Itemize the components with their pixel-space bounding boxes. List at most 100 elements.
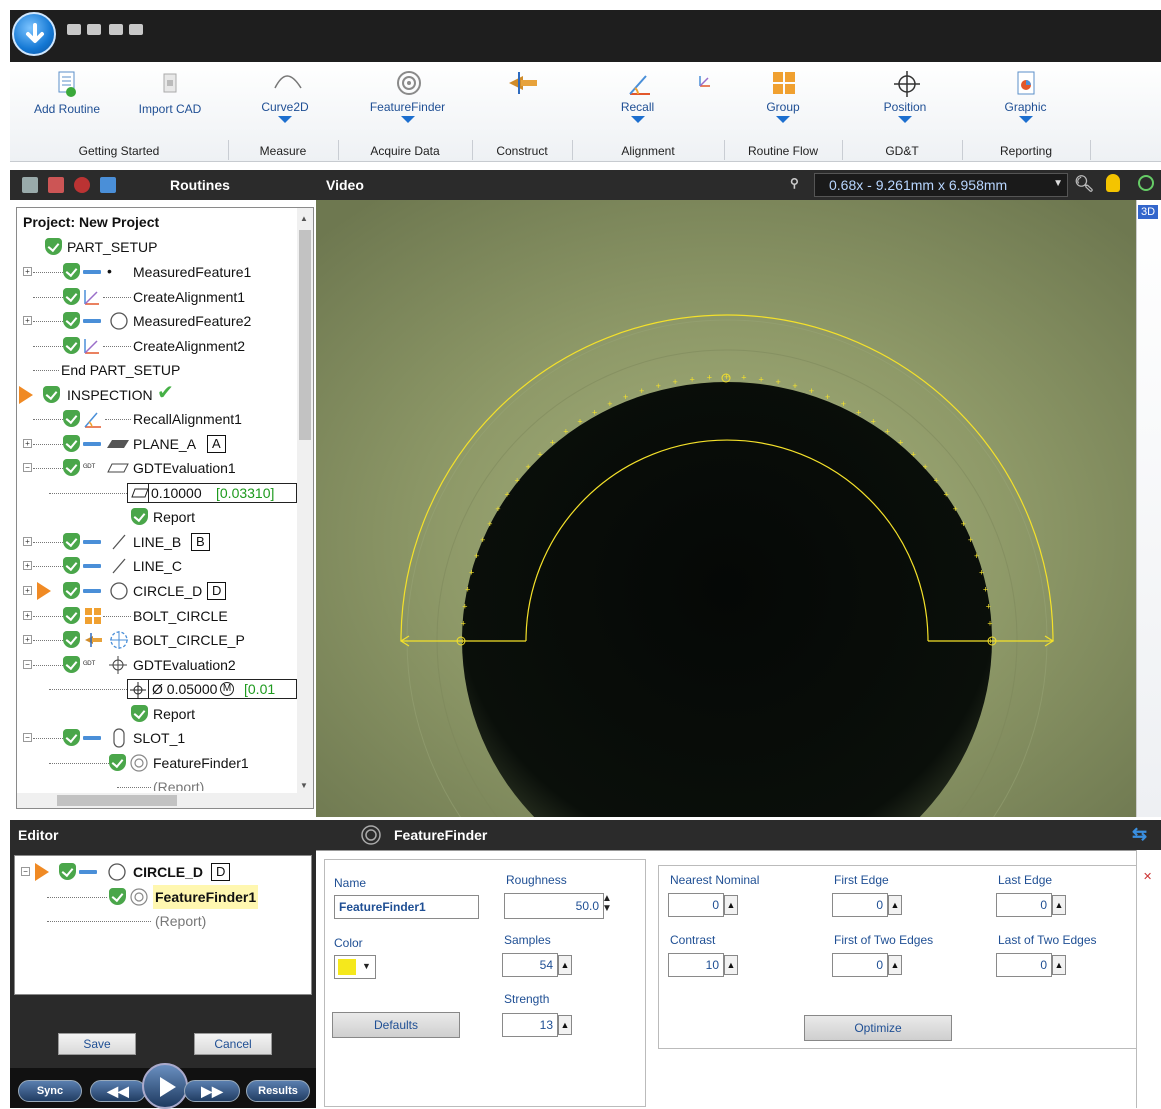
collapse-icon[interactable]: − [23, 733, 32, 742]
tree-item-measuredfeature1[interactable]: + • MeasuredFeature1 [17, 260, 297, 284]
open-folder-icon[interactable] [87, 24, 101, 35]
scroll-thumb[interactable] [299, 230, 311, 440]
tree-item-plane-a[interactable]: + PLANE_A A [17, 432, 297, 456]
swap-icon[interactable]: ⇆ [1132, 824, 1147, 845]
first-of-two-edges-input[interactable]: 0 [832, 953, 888, 977]
construct-button[interactable] [497, 70, 537, 100]
pages-icon[interactable] [22, 177, 38, 193]
group-button[interactable]: Group [758, 70, 808, 123]
chart-icon[interactable] [100, 177, 116, 193]
rewind-button[interactable]: ◀◀ [90, 1080, 146, 1102]
tree-item-report-1[interactable]: Report [17, 505, 297, 529]
tree-item-gdtevaluation1[interactable]: − ᴳᴰᵀ GDTEvaluation1 [17, 456, 297, 480]
expand-icon[interactable]: + [23, 316, 32, 325]
last-edge-input[interactable]: 0 [996, 893, 1052, 917]
scroll-down-icon[interactable]: ▼ [300, 781, 308, 790]
play-button[interactable] [142, 1063, 188, 1109]
tree-item-createalignment1[interactable]: CreateAlignment1 [17, 285, 297, 309]
save-button[interactable]: Save [58, 1033, 136, 1055]
magnifier-icon[interactable]: 🔍︎ [1074, 174, 1094, 194]
tree-item-createalignment2[interactable]: CreateAlignment2 [17, 334, 297, 358]
cancel-button[interactable]: Cancel [194, 1033, 272, 1055]
tree-item-recallalignment1[interactable]: RecallAlignment1 [17, 407, 297, 431]
open-icon[interactable] [67, 24, 81, 35]
results-button[interactable]: Results [246, 1080, 310, 1102]
routines-tree[interactable]: Project: New Project PART_SETUP + • Meas… [16, 207, 314, 809]
nearest-nominal-spinner-up[interactable]: ▲ [724, 895, 738, 915]
tree-item-gdt2-value[interactable]: Ø 0.05000 M [0.01 [17, 677, 307, 701]
tree-horizontal-scrollbar[interactable] [17, 793, 313, 808]
tree-item-line-c[interactable]: + LINE_C [17, 554, 297, 578]
axes-icon[interactable] [48, 177, 64, 193]
tree-item-report-2[interactable]: Report [17, 702, 297, 726]
add-routine-button[interactable]: Add Routine [32, 70, 102, 116]
tree-item-circle-d[interactable]: + CIRCLE_D D [17, 579, 297, 603]
expand-icon[interactable]: + [23, 586, 32, 595]
first-edge-input[interactable]: 0 [832, 893, 888, 917]
last-of-two-edges-input[interactable]: 0 [996, 953, 1052, 977]
tree-item-line-b[interactable]: + LINE_B B [17, 530, 297, 554]
save-as-icon[interactable] [129, 24, 143, 35]
featurefinder-button[interactable]: FeatureFinder [365, 70, 450, 123]
collapse-icon[interactable]: − [23, 463, 32, 472]
optimize-button[interactable]: Optimize [804, 1015, 952, 1041]
tree-item-end-part-setup[interactable]: End PART_SETUP [17, 358, 297, 382]
last-edge-spinner-up[interactable]: ▲ [1052, 895, 1066, 915]
settings-icon[interactable] [74, 177, 90, 193]
strength-input[interactable]: 13 [502, 1013, 558, 1037]
last-of-two-edges-spinner-up[interactable]: ▲ [1052, 955, 1066, 975]
tree-item-part-setup[interactable]: PART_SETUP [17, 235, 297, 259]
roughness-input[interactable]: 50.0 [504, 893, 604, 919]
import-cad-button[interactable]: Import CAD [130, 70, 210, 116]
recall-button[interactable]: Recall [610, 70, 665, 123]
sync-button[interactable]: Sync [18, 1080, 82, 1102]
tree-vertical-scrollbar[interactable]: ▲ ▼ [297, 208, 313, 794]
name-input[interactable]: FeatureFinder1 [334, 895, 479, 919]
graphic-button[interactable]: Graphic [998, 70, 1053, 123]
save-icon[interactable] [109, 24, 123, 35]
tree-project[interactable]: Project: New Project [23, 210, 159, 234]
expand-icon[interactable]: + [23, 537, 32, 546]
editor-item-featurefinder1[interactable]: FeatureFinder1 [15, 885, 295, 909]
expand-icon[interactable]: + [23, 561, 32, 570]
tree-item-bolt-circle[interactable]: + BOLT_CIRCLE [17, 604, 297, 628]
close-icon[interactable]: ✕ [1143, 870, 1152, 883]
tree-item-measuredfeature2[interactable]: + MeasuredFeature2 [17, 309, 297, 333]
video-view[interactable]: + + + + + + + + + + + + + + + + + + + + + + + + + + + + + + + + + + + + + + + +… [316, 200, 1136, 817]
scroll-thumb[interactable] [57, 795, 177, 806]
tree-item-bolt-circle-p[interactable]: + BOLT_CIRCLE_P [17, 628, 297, 652]
tree-item-inspection[interactable]: INSPECTION ✔ [17, 382, 297, 407]
contrast-spinner-up[interactable]: ▲ [724, 955, 738, 975]
editor-item-report[interactable]: (Report) [15, 909, 295, 933]
samples-spinner-up[interactable]: ▲ [558, 955, 572, 975]
position-button[interactable]: Position [875, 70, 935, 123]
defaults-button[interactable]: Defaults [332, 1012, 460, 1038]
collapse-icon[interactable]: − [21, 867, 30, 876]
tree-item-gdtevaluation2[interactable]: − ᴳᴰᵀ GDTEvaluation2 [17, 653, 297, 677]
curve2d-button[interactable]: Curve2D [250, 70, 320, 123]
tree-item-featurefinder1[interactable]: FeatureFinder1 [17, 751, 297, 775]
view-3d-tab[interactable]: 3D [1138, 205, 1159, 219]
tree-item-slot-1[interactable]: − SLOT_1 [17, 726, 297, 750]
editor-tree[interactable]: − CIRCLE_D D FeatureFinder1 (Report) [14, 855, 312, 995]
first-of-two-edges-spinner-up[interactable]: ▲ [888, 955, 902, 975]
expand-icon[interactable]: + [23, 611, 32, 620]
expand-icon[interactable]: + [23, 439, 32, 448]
first-edge-spinner-up[interactable]: ▲ [888, 895, 902, 915]
contrast-input[interactable]: 10 [668, 953, 724, 977]
tree-item-report-3[interactable]: (Report) [17, 775, 297, 791]
color-picker[interactable]: ▼ [334, 955, 376, 979]
collapse-icon[interactable]: − [23, 660, 32, 669]
strength-spinner-up[interactable]: ▲ [558, 1015, 572, 1035]
app-menu-button[interactable] [12, 12, 56, 56]
tree-item-gdt1-value[interactable]: 0.10000 [0.03310] [17, 481, 307, 505]
editor-item-circle-d[interactable]: − CIRCLE_D D [15, 860, 295, 884]
fast-forward-button[interactable]: ▶▶ [184, 1080, 240, 1102]
zoom-select[interactable]: 0.68x - 9.261mm x 6.958mm ▼ [814, 173, 1068, 197]
light-bulb-icon[interactable] [1106, 174, 1120, 192]
nearest-nominal-input[interactable]: 0 [668, 893, 724, 917]
scroll-up-icon[interactable]: ▲ [300, 214, 308, 223]
samples-input[interactable]: 54 [502, 953, 558, 977]
alignment-small-icon[interactable] [698, 74, 712, 91]
expand-icon[interactable]: + [23, 635, 32, 644]
